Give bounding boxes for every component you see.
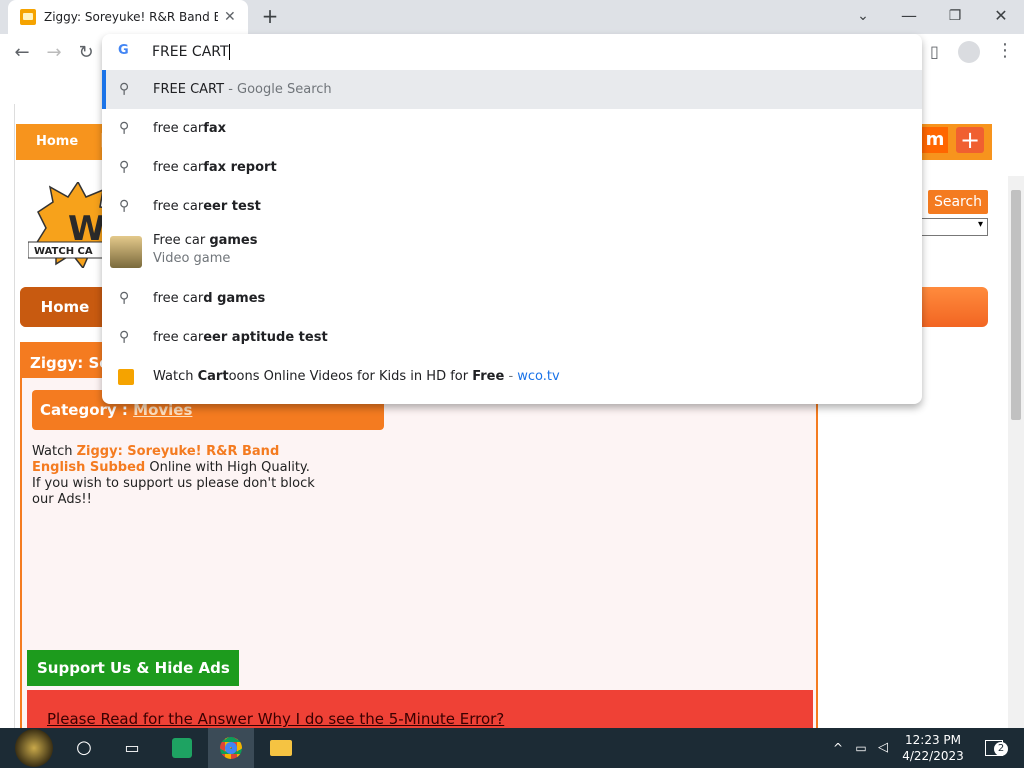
menu-kebab-icon[interactable]: ⋮ bbox=[996, 40, 1014, 61]
task-view-icon[interactable]: ▭ bbox=[118, 728, 146, 768]
site-search-button[interactable]: Search bbox=[928, 190, 988, 214]
clock-date: 4/22/2023 bbox=[902, 749, 964, 763]
network-icon[interactable]: ▭ bbox=[852, 728, 870, 768]
suggestion-subtitle: Video game bbox=[153, 251, 231, 266]
folder-icon bbox=[270, 740, 292, 756]
search-icon: ⚲ bbox=[119, 159, 130, 175]
history-sep: - bbox=[504, 369, 518, 384]
scrollbar-thumb[interactable] bbox=[1011, 190, 1021, 420]
file-explorer-button[interactable] bbox=[266, 728, 296, 768]
google-search-icon: G bbox=[118, 43, 129, 58]
volume-muted-icon[interactable]: ◁ bbox=[874, 728, 892, 768]
suggestion-row[interactable]: Watch Cartoons Online Videos for Kids in… bbox=[102, 357, 922, 396]
site-select-dropdown[interactable]: ▾ bbox=[916, 218, 988, 236]
suggestion-sub: - Google Search bbox=[224, 82, 332, 97]
chrome-taskbar-button[interactable] bbox=[208, 728, 254, 768]
tab-close-icon[interactable]: ✕ bbox=[224, 9, 236, 25]
search-icon: ⚲ bbox=[119, 81, 130, 97]
mix-social-icon[interactable]: m bbox=[922, 127, 948, 153]
suggestion-row[interactable]: ⚲ free carfax bbox=[102, 109, 922, 148]
suggestion-row[interactable]: ⚲ free card games bbox=[102, 279, 922, 318]
address-bar-input[interactable]: G FREE CART bbox=[102, 34, 922, 70]
suggestion-row[interactable]: Free car games Video game bbox=[102, 226, 922, 278]
suggestion-bold: d games bbox=[203, 291, 266, 306]
video-description: Watch Ziggy: Soreyuke! R&R Band English … bbox=[32, 444, 332, 508]
close-window-button[interactable]: ✕ bbox=[978, 4, 1024, 28]
suggestion-prefix: Free car bbox=[153, 233, 210, 248]
start-button[interactable] bbox=[10, 728, 58, 768]
logo-text: WATCH CA bbox=[34, 246, 93, 257]
suggestion-text: FREE CART bbox=[153, 82, 225, 97]
main-nav-home[interactable]: Home bbox=[20, 287, 110, 327]
top-nav-home-link[interactable]: Home bbox=[36, 134, 78, 149]
chrome-icon bbox=[220, 737, 242, 759]
text-cursor bbox=[228, 44, 230, 60]
search-icon: ⚲ bbox=[119, 329, 130, 345]
suggestion-bold: eer aptitude test bbox=[203, 330, 328, 345]
suggestion-prefix: free car bbox=[153, 291, 204, 306]
tab-search-button[interactable]: ⌄ bbox=[840, 4, 886, 28]
tab-title: Ziggy: Soreyuke! R&R Band Eng bbox=[44, 10, 218, 24]
suggestion-prefix: free car bbox=[153, 121, 204, 136]
search-icon: ⚲ bbox=[119, 198, 130, 214]
minimize-button[interactable]: — bbox=[886, 4, 932, 28]
sheets-icon bbox=[172, 738, 192, 758]
desc-watch: Watch bbox=[32, 444, 77, 459]
back-arrow-icon[interactable]: ← bbox=[8, 42, 36, 66]
restore-button[interactable]: ❐ bbox=[932, 4, 978, 28]
cortana-circle-icon[interactable]: ○ bbox=[70, 728, 98, 768]
omnibox-dropdown: G FREE CART ⚲ FREE CART - Google Search … bbox=[102, 34, 922, 404]
history-mid: oons Online Videos for Kids in HD for bbox=[228, 369, 473, 384]
reload-icon[interactable]: ↻ bbox=[72, 42, 100, 66]
plus-share-icon[interactable]: + bbox=[956, 127, 984, 153]
notification-count-badge: 2 bbox=[994, 742, 1008, 756]
error-notice-box: Please Read for the Answer Why I do see … bbox=[27, 690, 813, 728]
windows-taskbar: ○ ▭ ^ ▭ ◁ 12:23 PM 4/22/2023 2 bbox=[0, 728, 1024, 768]
suggestion-prefix: free car bbox=[153, 160, 204, 175]
new-tab-button[interactable]: + bbox=[258, 4, 282, 28]
site-favicon-icon bbox=[20, 9, 36, 25]
game-thumbnail-icon bbox=[110, 236, 142, 268]
suggestion-bold: eer test bbox=[203, 199, 261, 214]
history-url: wco.tv bbox=[517, 369, 560, 384]
desc-support: If you wish to support us please don't b… bbox=[32, 476, 315, 507]
sheets-app-icon[interactable] bbox=[166, 728, 198, 768]
tab-strip: Ziggy: Soreyuke! R&R Band Eng ✕ + ⌄ — ❐ … bbox=[0, 0, 1024, 34]
tray-expand-icon[interactable]: ^ bbox=[830, 728, 846, 768]
clock[interactable]: 12:23 PM 4/22/2023 bbox=[898, 728, 968, 768]
page-scrollbar[interactable] bbox=[1008, 176, 1024, 728]
active-tab[interactable]: Ziggy: Soreyuke! R&R Band Eng ✕ bbox=[8, 0, 248, 34]
desc-rest: Online with High Quality. bbox=[145, 460, 310, 475]
support-us-button[interactable]: Support Us & Hide Ads bbox=[27, 650, 239, 686]
clock-time: 12:23 PM bbox=[905, 733, 961, 747]
suggestion-row[interactable]: ⚲ free career test bbox=[102, 187, 922, 226]
address-bar-text: FREE CART bbox=[152, 44, 229, 60]
suggestion-row[interactable]: ⚲ free career aptitude test bbox=[102, 318, 922, 357]
forward-arrow-icon[interactable]: → bbox=[40, 42, 68, 66]
history-bold1: Cart bbox=[197, 369, 229, 384]
history-bold2: Free bbox=[472, 369, 505, 384]
error-help-link[interactable]: Please Read for the Answer Why I do see … bbox=[47, 710, 504, 728]
search-icon: ⚲ bbox=[119, 290, 130, 306]
suggestion-prefix: free car bbox=[153, 199, 204, 214]
notification-center-icon[interactable]: 2 bbox=[980, 728, 1008, 768]
suggestion-prefix: free car bbox=[153, 330, 204, 345]
suggestion-bold: games bbox=[209, 233, 258, 248]
suggestion-row[interactable]: ⚲ free carfax report bbox=[102, 148, 922, 187]
suggestion-row[interactable]: ⚲ FREE CART - Google Search bbox=[102, 70, 922, 109]
suggestion-bold: fax bbox=[203, 121, 227, 136]
search-icon: ⚲ bbox=[119, 120, 130, 136]
history-pre: Watch bbox=[153, 369, 198, 384]
suggestion-bold: fax report bbox=[203, 160, 277, 175]
site-favicon-icon bbox=[118, 369, 134, 385]
start-orb-icon bbox=[15, 729, 53, 767]
profile-avatar-icon[interactable] bbox=[958, 41, 980, 63]
side-panel-icon[interactable]: ▯ bbox=[930, 42, 939, 61]
